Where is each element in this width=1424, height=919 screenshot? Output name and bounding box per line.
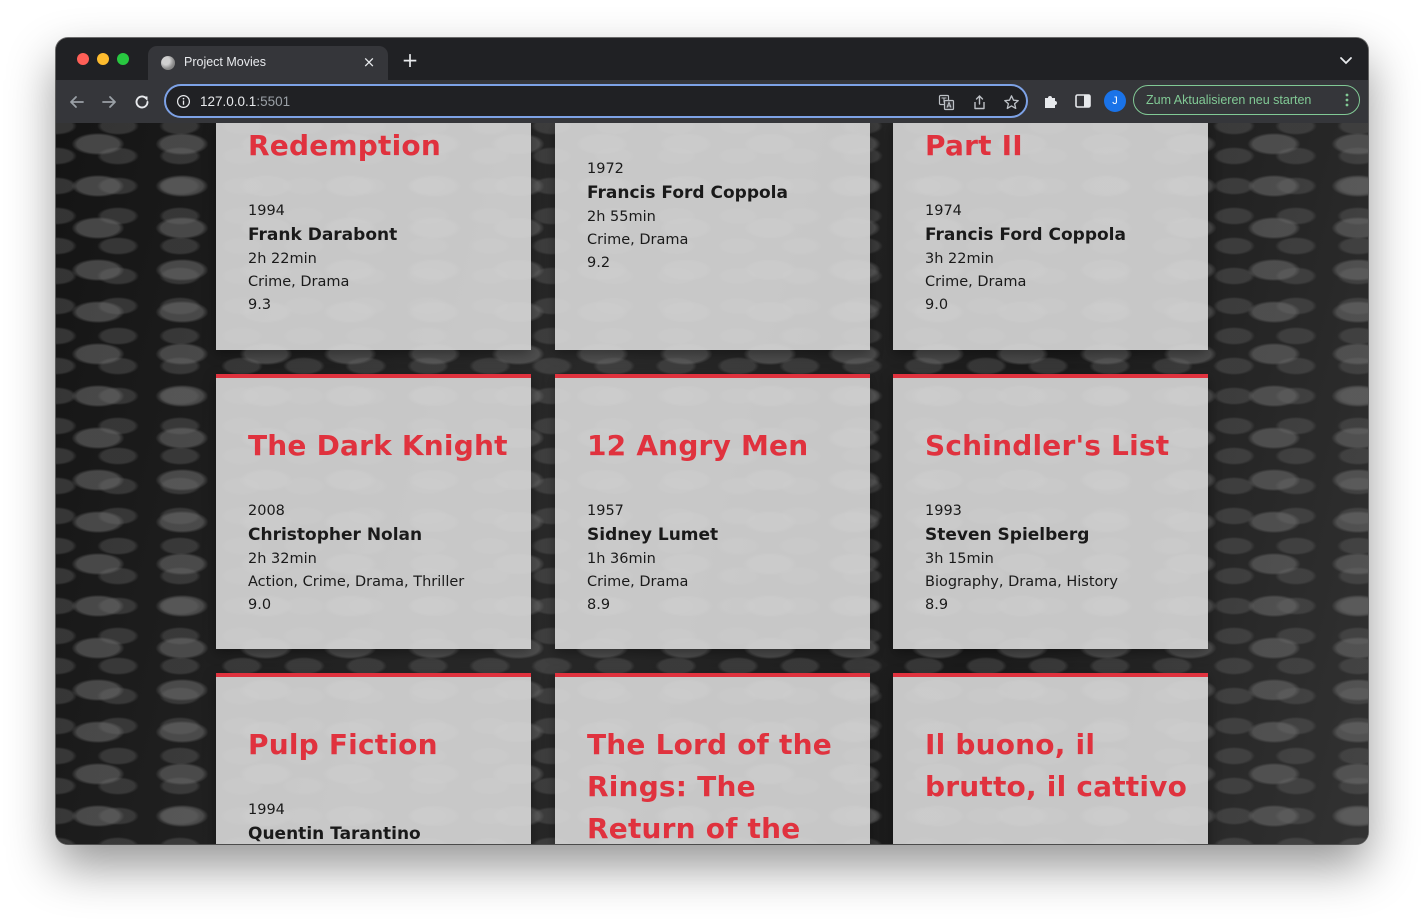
movie-info: 1957 Sidney Lumet 1h 36min Crime, Drama … xyxy=(587,500,718,617)
movie-title: 12 Angry Men xyxy=(587,429,809,462)
movie-genres: Crime, Drama xyxy=(925,274,1027,290)
movie-director: Steven Spielberg xyxy=(925,525,1090,545)
tab-bar: Project Movies × + xyxy=(56,38,1368,80)
movie-title: Schindler's List xyxy=(925,429,1170,462)
page-viewport[interactable]: Redemption 1994 Frank Darabont 2h 22min … xyxy=(56,123,1368,844)
movie-genres: Crime, Drama xyxy=(587,232,689,248)
browser-toolbar: 127.0.0.1:5501 J Zum Aktualisieren neu s… xyxy=(56,80,1368,123)
movie-director: Quentin Tarantino xyxy=(248,824,421,844)
movie-card[interactable]: Pulp Fiction 1994 Quentin Tarantino xyxy=(216,673,531,844)
movie-rating: 9.0 xyxy=(248,597,272,613)
movie-info: 1993 Steven Spielberg 3h 15min Biography… xyxy=(925,500,1118,617)
movie-title: Il buono, il brutto, il cattivo xyxy=(925,728,1188,803)
movie-genres: Biography, Drama, History xyxy=(925,574,1118,590)
maximize-window-button[interactable] xyxy=(117,53,129,65)
side-panel-icon[interactable] xyxy=(1074,92,1092,110)
movie-title: The Lord of the Rings: The Return of the xyxy=(587,728,832,844)
movie-card[interactable]: The Dark Knight 2008 Christopher Nolan 2… xyxy=(216,374,531,649)
new-tab-button[interactable]: + xyxy=(400,50,420,70)
movie-year: 1994 xyxy=(248,802,285,818)
movie-title: Pulp Fiction xyxy=(248,728,438,761)
movie-runtime: 1h 36min xyxy=(587,551,656,567)
movie-info: 1994 Quentin Tarantino xyxy=(248,799,421,844)
movie-card[interactable]: The Lord of the Rings: The Return of the xyxy=(555,673,870,844)
movie-director: Francis Ford Coppola xyxy=(587,183,788,203)
movie-year: 1994 xyxy=(248,203,285,219)
movie-director: Frank Darabont xyxy=(248,225,398,245)
address-bar[interactable]: 127.0.0.1:5501 xyxy=(164,84,1028,118)
tab-title: Project Movies xyxy=(184,55,266,69)
update-restart-button[interactable]: Zum Aktualisieren neu starten xyxy=(1133,85,1360,115)
close-window-button[interactable] xyxy=(77,53,89,65)
movie-info: 1974 Francis Ford Coppola 3h 22min Crime… xyxy=(925,200,1126,317)
movie-rating: 9.3 xyxy=(248,297,272,313)
update-restart-label: Zum Aktualisieren neu starten xyxy=(1146,93,1312,107)
tab-project-movies[interactable]: Project Movies × xyxy=(148,46,388,80)
share-icon[interactable] xyxy=(971,94,988,111)
movie-rating: 8.9 xyxy=(587,597,611,613)
url-text: 127.0.0.1:5501 xyxy=(200,94,290,109)
movie-card[interactable]: 12 Angry Men 1957 Sidney Lumet 1h 36min … xyxy=(555,374,870,649)
movie-rating: 8.9 xyxy=(925,597,949,613)
more-vert-icon[interactable] xyxy=(1345,92,1349,108)
movie-year: 1957 xyxy=(587,503,624,519)
browser-window: Project Movies × + 127.0.0.1:5501 J Zum … xyxy=(56,38,1368,844)
forward-arrow-icon[interactable] xyxy=(98,91,120,113)
translate-icon[interactable] xyxy=(938,94,955,111)
movie-rating: 9.0 xyxy=(925,297,949,313)
movie-year: 2008 xyxy=(248,503,285,519)
minimize-window-button[interactable] xyxy=(97,53,109,65)
url-port: :5501 xyxy=(256,94,291,109)
movie-director: Francis Ford Coppola xyxy=(925,225,1126,245)
movie-runtime: 2h 22min xyxy=(248,251,317,267)
movie-card[interactable]: Il buono, il brutto, il cattivo xyxy=(893,673,1208,844)
movie-title: Part II xyxy=(925,129,1023,162)
url-host: 127.0.0.1 xyxy=(200,94,257,109)
tab-close-button[interactable]: × xyxy=(360,53,378,71)
movie-info: 2008 Christopher Nolan 2h 32min Action, … xyxy=(248,500,464,617)
movie-card[interactable]: 1972 Francis Ford Coppola 2h 55min Crime… xyxy=(555,123,870,350)
tab-search-chevron-icon[interactable] xyxy=(1338,52,1354,68)
movie-card[interactable]: Redemption 1994 Frank Darabont 2h 22min … xyxy=(216,123,531,350)
movie-runtime: 2h 55min xyxy=(587,209,656,225)
globe-icon xyxy=(161,56,175,70)
movie-card[interactable]: Schindler's List 1993 Steven Spielberg 3… xyxy=(893,374,1208,649)
movie-title: The Dark Knight xyxy=(248,429,508,462)
profile-avatar[interactable]: J xyxy=(1104,90,1126,112)
site-info-icon[interactable] xyxy=(176,94,191,109)
movie-year: 1993 xyxy=(925,503,962,519)
movie-info: 1972 Francis Ford Coppola 2h 55min Crime… xyxy=(587,158,788,275)
movie-rating: 9.2 xyxy=(587,255,611,271)
reload-icon[interactable] xyxy=(131,91,153,113)
movie-genres: Action, Crime, Drama, Thriller xyxy=(248,574,465,590)
movie-runtime: 3h 22min xyxy=(925,251,994,267)
movie-runtime: 2h 32min xyxy=(248,551,317,567)
bookmark-star-icon[interactable] xyxy=(1003,94,1020,111)
movie-genres: Crime, Drama xyxy=(248,274,350,290)
movie-director: Christopher Nolan xyxy=(248,525,423,545)
movie-genres: Crime, Drama xyxy=(587,574,689,590)
movie-director: Sidney Lumet xyxy=(587,525,719,545)
movie-runtime: 3h 15min xyxy=(925,551,994,567)
back-arrow-icon[interactable] xyxy=(66,91,88,113)
movie-year: 1972 xyxy=(587,161,624,177)
movie-info: 1994 Frank Darabont 2h 22min Crime, Dram… xyxy=(248,200,397,317)
movie-year: 1974 xyxy=(925,203,962,219)
extensions-puzzle-icon[interactable] xyxy=(1042,92,1060,110)
movie-card[interactable]: Part II 1974 Francis Ford Coppola 3h 22m… xyxy=(893,123,1208,350)
movie-title: Redemption xyxy=(248,129,441,162)
